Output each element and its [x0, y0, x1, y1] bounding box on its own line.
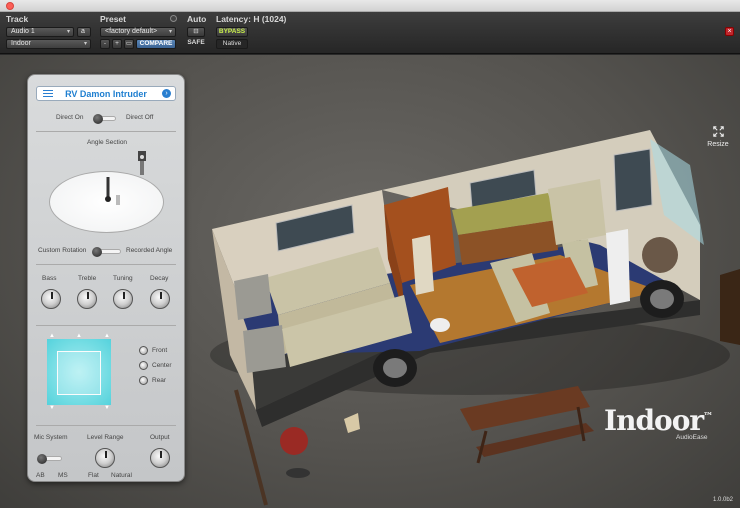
pad-marker-icon[interactable]: ▲ [104, 333, 110, 339]
brand-maker: AudioEase [676, 434, 708, 441]
control-panel: RV Damon Intruder › Direct On Direct Off… [27, 74, 185, 482]
resize-button[interactable]: Resize [704, 125, 732, 148]
mic-system-label: Mic System [34, 434, 68, 441]
track-select[interactable]: Audio 1 ▾ [6, 27, 74, 37]
tuning-label: Tuning [113, 275, 133, 282]
preset-next-button[interactable]: + [112, 39, 122, 49]
auto-label: Auto [187, 14, 207, 24]
track-channel-select[interactable]: a [77, 27, 91, 37]
toggle-knob [37, 454, 47, 464]
bass-knob[interactable] [41, 289, 61, 309]
toggle-knob [92, 247, 102, 257]
rear-label: Rear [152, 377, 167, 384]
pad-inner-square [57, 351, 101, 395]
copy-settings-icon[interactable]: ▭ [124, 39, 134, 49]
recorded-angle-label: Recorded Angle [126, 247, 173, 254]
version-label: 1.0.0b2 [713, 497, 734, 503]
tuning-knob[interactable] [113, 289, 133, 309]
brand-logo: Indoor™ [604, 404, 713, 437]
automation-icon[interactable]: ⊟ [187, 27, 205, 37]
resize-label: Resize [707, 141, 729, 148]
mic-icon[interactable] [98, 147, 158, 217]
rotation-toggle[interactable] [92, 247, 121, 257]
front-radio[interactable] [139, 346, 148, 355]
expand-icon [712, 126, 724, 137]
bass-label: Bass [42, 275, 57, 282]
window-titlebar [0, 0, 740, 12]
level-flat-label: Flat [88, 472, 99, 479]
mic-ms-label: MS [58, 472, 68, 479]
mic-ab-label: AB [36, 472, 45, 479]
chevron-down-icon: ▾ [83, 41, 87, 47]
pad-marker-icon[interactable]: ▲ [49, 333, 55, 339]
mic-system-toggle[interactable] [37, 454, 62, 464]
latency-label: Latency: H (1024) [216, 14, 287, 24]
decay-label: Decay [150, 275, 169, 282]
level-range-knob[interactable] [95, 448, 115, 468]
pad-marker-icon[interactable]: ▼ [104, 405, 110, 411]
chevron-down-icon: ▾ [66, 29, 70, 35]
safe-button[interactable]: SAFE [184, 39, 208, 49]
chevron-down-icon: ▾ [168, 29, 172, 35]
position-pad[interactable] [47, 339, 111, 405]
center-radio[interactable] [139, 361, 148, 370]
native-button[interactable]: Native [216, 39, 248, 49]
direct-toggle[interactable] [93, 114, 116, 124]
divider [36, 131, 176, 132]
plugin-header: Track Preset Auto Latency: H (1024) Audi… [0, 12, 740, 54]
chevron-right-icon[interactable]: › [162, 89, 171, 98]
preset-bar[interactable]: RV Damon Intruder › [36, 86, 176, 101]
preset-options-icon[interactable] [170, 15, 177, 22]
pad-marker-icon[interactable]: ▲ [76, 333, 82, 339]
insert-select[interactable]: Indoor ▾ [6, 39, 91, 49]
plugin-close-button[interactable]: × [725, 27, 734, 36]
preset-name: RV Damon Intruder [65, 89, 147, 99]
level-range-label: Level Range [87, 434, 124, 441]
bypass-button[interactable]: BYPASS [216, 27, 248, 37]
divider [36, 325, 176, 326]
direct-on-label: Direct On [56, 114, 84, 121]
divider [36, 264, 176, 265]
divider [36, 425, 176, 426]
toggle-knob [93, 114, 103, 124]
preset-label: Preset [100, 14, 126, 24]
angle-section-label: Angle Section [86, 139, 128, 146]
front-label: Front [152, 347, 168, 354]
pad-marker-icon[interactable]: ▼ [49, 405, 55, 411]
compare-button[interactable]: COMPARE [136, 39, 176, 49]
preset-select[interactable]: <factory default> ▾ [100, 27, 176, 37]
treble-knob[interactable] [77, 289, 97, 309]
output-label: Output [150, 434, 170, 441]
level-natural-label: Natural [111, 472, 132, 479]
rear-radio[interactable] [139, 376, 148, 385]
preset-prev-button[interactable]: - [100, 39, 110, 49]
center-label: Center [152, 362, 172, 369]
direct-off-label: Direct Off [126, 114, 154, 121]
treble-label: Treble [78, 275, 97, 282]
close-window-icon[interactable] [6, 2, 14, 10]
output-knob[interactable] [150, 448, 170, 468]
decay-knob[interactable] [150, 289, 170, 309]
track-label: Track [6, 14, 29, 24]
custom-rotation-label: Custom Rotation [38, 247, 87, 254]
